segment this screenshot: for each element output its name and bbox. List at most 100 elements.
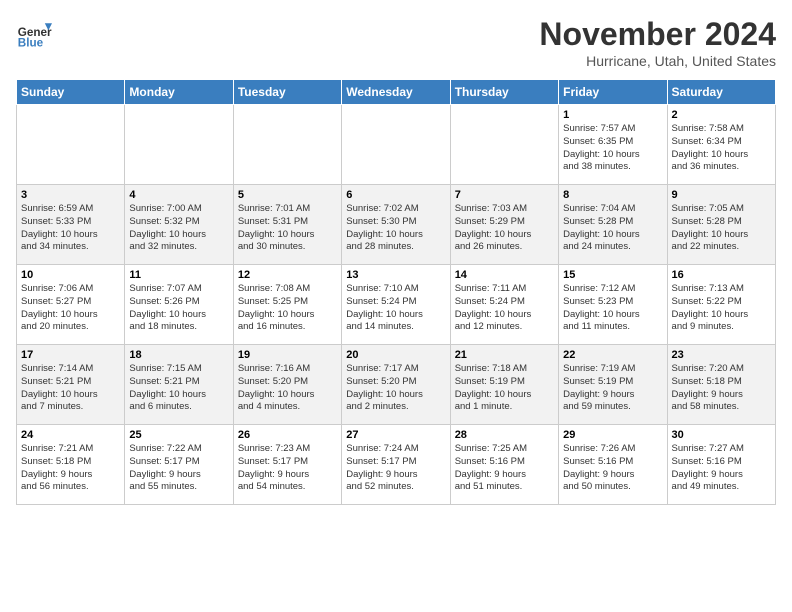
day-info: Sunrise: 7:24 AM Sunset: 5:17 PM Dayligh…	[346, 443, 445, 494]
calendar-cell: 14Sunrise: 7:11 AM Sunset: 5:24 PM Dayli…	[450, 265, 558, 345]
weekday-header-friday: Friday	[559, 80, 667, 105]
weekday-header-wednesday: Wednesday	[342, 80, 450, 105]
day-info: Sunrise: 7:19 AM Sunset: 5:19 PM Dayligh…	[563, 363, 662, 414]
calendar-cell: 8 Sunrise: 7:04 AM Sunset: 5:28 PM Daylig…	[559, 185, 667, 265]
day-info: Sunrise: 7:23 AM Sunset: 5:17 PM Dayligh…	[238, 443, 337, 494]
day-number: 26	[238, 429, 337, 441]
calendar-cell: 4Sunrise: 7:00 AM Sunset: 5:32 PM Daylig…	[125, 185, 233, 265]
day-info: Sunrise: 7:08 AM Sunset: 5:25 PM Dayligh…	[238, 283, 337, 334]
calendar-week-row: 24 Sunrise: 7:21 AM Sunset: 5:18 PM Dayli…	[17, 425, 776, 505]
calendar-cell: 30 Sunrise: 7:27 AM Sunset: 5:16 PM Dayli…	[667, 425, 775, 505]
day-info: Sunrise: 7:57 AM Sunset: 6:35 PM Dayligh…	[563, 123, 662, 174]
day-info: Sunrise: 7:06 AM Sunset: 5:27 PM Dayligh…	[21, 283, 120, 334]
day-number: 3	[21, 189, 120, 201]
day-info: Sunrise: 7:07 AM Sunset: 5:26 PM Dayligh…	[129, 283, 228, 334]
calendar-week-row: 10Sunrise: 7:06 AM Sunset: 5:27 PM Dayli…	[17, 265, 776, 345]
day-info: Sunrise: 6:59 AM Sunset: 5:33 PM Dayligh…	[21, 203, 120, 254]
day-info: Sunrise: 7:10 AM Sunset: 5:24 PM Dayligh…	[346, 283, 445, 334]
calendar-cell: 26 Sunrise: 7:23 AM Sunset: 5:17 PM Dayli…	[233, 425, 341, 505]
weekday-header-monday: Monday	[125, 80, 233, 105]
calendar-cell: 9 Sunrise: 7:05 AM Sunset: 5:28 PM Daylig…	[667, 185, 775, 265]
day-number: 9	[672, 189, 771, 201]
day-info: Sunrise: 7:25 AM Sunset: 5:16 PM Dayligh…	[455, 443, 554, 494]
day-info: Sunrise: 7:02 AM Sunset: 5:30 PM Dayligh…	[346, 203, 445, 254]
month-title: November 2024	[539, 16, 776, 53]
day-info: Sunrise: 7:20 AM Sunset: 5:18 PM Dayligh…	[672, 363, 771, 414]
day-number: 18	[129, 349, 228, 361]
calendar-cell: 27 Sunrise: 7:24 AM Sunset: 5:17 PM Dayli…	[342, 425, 450, 505]
calendar-cell: 19Sunrise: 7:16 AM Sunset: 5:20 PM Dayli…	[233, 345, 341, 425]
calendar-week-row: 17 Sunrise: 7:14 AM Sunset: 5:21 PM Dayli…	[17, 345, 776, 425]
day-info: Sunrise: 7:01 AM Sunset: 5:31 PM Dayligh…	[238, 203, 337, 254]
day-number: 6	[346, 189, 445, 201]
weekday-header-thursday: Thursday	[450, 80, 558, 105]
calendar-cell: 15 Sunrise: 7:12 AM Sunset: 5:23 PM Dayli…	[559, 265, 667, 345]
day-info: Sunrise: 7:27 AM Sunset: 5:16 PM Dayligh…	[672, 443, 771, 494]
calendar-cell: 17 Sunrise: 7:14 AM Sunset: 5:21 PM Dayli…	[17, 345, 125, 425]
page-header: General Blue November 2024 Hurricane, Ut…	[16, 16, 776, 69]
calendar-cell: 16Sunrise: 7:13 AM Sunset: 5:22 PM Dayli…	[667, 265, 775, 345]
day-info: Sunrise: 7:11 AM Sunset: 5:24 PM Dayligh…	[455, 283, 554, 334]
day-number: 12	[238, 269, 337, 281]
day-info: Sunrise: 7:22 AM Sunset: 5:17 PM Dayligh…	[129, 443, 228, 494]
calendar-cell: 3 Sunrise: 6:59 AM Sunset: 5:33 PM Daylig…	[17, 185, 125, 265]
calendar-cell: 28 Sunrise: 7:25 AM Sunset: 5:16 PM Dayli…	[450, 425, 558, 505]
day-number: 4	[129, 189, 228, 201]
day-info: Sunrise: 7:12 AM Sunset: 5:23 PM Dayligh…	[563, 283, 662, 334]
day-number: 30	[672, 429, 771, 441]
day-number: 2	[672, 109, 771, 121]
calendar-cell: 10Sunrise: 7:06 AM Sunset: 5:27 PM Dayli…	[17, 265, 125, 345]
day-info: Sunrise: 7:15 AM Sunset: 5:21 PM Dayligh…	[129, 363, 228, 414]
calendar-table: SundayMondayTuesdayWednesdayThursdayFrid…	[16, 79, 776, 505]
calendar-cell: 22 Sunrise: 7:19 AM Sunset: 5:19 PM Dayli…	[559, 345, 667, 425]
weekday-header-tuesday: Tuesday	[233, 80, 341, 105]
day-info: Sunrise: 7:21 AM Sunset: 5:18 PM Dayligh…	[21, 443, 120, 494]
calendar-cell: 25 Sunrise: 7:22 AM Sunset: 5:17 PM Dayli…	[125, 425, 233, 505]
calendar-cell: 18 Sunrise: 7:15 AM Sunset: 5:21 PM Dayli…	[125, 345, 233, 425]
calendar-cell: 11 Sunrise: 7:07 AM Sunset: 5:26 PM Dayli…	[125, 265, 233, 345]
day-number: 24	[21, 429, 120, 441]
day-info: Sunrise: 7:04 AM Sunset: 5:28 PM Dayligh…	[563, 203, 662, 254]
day-number: 1	[563, 109, 662, 121]
day-number: 11	[129, 269, 228, 281]
day-number: 5	[238, 189, 337, 201]
calendar-cell: 23 Sunrise: 7:20 AM Sunset: 5:18 PM Dayli…	[667, 345, 775, 425]
calendar-cell	[17, 105, 125, 185]
day-number: 28	[455, 429, 554, 441]
calendar-week-row: 1 Sunrise: 7:57 AM Sunset: 6:35 PM Daylig…	[17, 105, 776, 185]
day-number: 25	[129, 429, 228, 441]
logo: General Blue	[16, 16, 52, 52]
day-number: 8	[563, 189, 662, 201]
day-number: 27	[346, 429, 445, 441]
day-number: 15	[563, 269, 662, 281]
day-info: Sunrise: 7:18 AM Sunset: 5:19 PM Dayligh…	[455, 363, 554, 414]
calendar-cell: 24 Sunrise: 7:21 AM Sunset: 5:18 PM Dayli…	[17, 425, 125, 505]
day-info: Sunrise: 7:14 AM Sunset: 5:21 PM Dayligh…	[21, 363, 120, 414]
location-title: Hurricane, Utah, United States	[539, 53, 776, 69]
day-number: 23	[672, 349, 771, 361]
title-block: November 2024 Hurricane, Utah, United St…	[539, 16, 776, 69]
calendar-cell	[450, 105, 558, 185]
calendar-cell: 5 Sunrise: 7:01 AM Sunset: 5:31 PM Daylig…	[233, 185, 341, 265]
weekday-header-sunday: Sunday	[17, 80, 125, 105]
day-number: 22	[563, 349, 662, 361]
calendar-week-row: 3 Sunrise: 6:59 AM Sunset: 5:33 PM Daylig…	[17, 185, 776, 265]
day-info: Sunrise: 7:03 AM Sunset: 5:29 PM Dayligh…	[455, 203, 554, 254]
day-info: Sunrise: 7:13 AM Sunset: 5:22 PM Dayligh…	[672, 283, 771, 334]
day-info: Sunrise: 7:05 AM Sunset: 5:28 PM Dayligh…	[672, 203, 771, 254]
calendar-cell: 6 Sunrise: 7:02 AM Sunset: 5:30 PM Daylig…	[342, 185, 450, 265]
day-info: Sunrise: 7:26 AM Sunset: 5:16 PM Dayligh…	[563, 443, 662, 494]
day-number: 7	[455, 189, 554, 201]
calendar-cell: 7 Sunrise: 7:03 AM Sunset: 5:29 PM Daylig…	[450, 185, 558, 265]
weekday-header-saturday: Saturday	[667, 80, 775, 105]
svg-text:Blue: Blue	[18, 37, 44, 50]
calendar-cell	[125, 105, 233, 185]
calendar-cell: 21Sunrise: 7:18 AM Sunset: 5:19 PM Dayli…	[450, 345, 558, 425]
calendar-cell: 12 Sunrise: 7:08 AM Sunset: 5:25 PM Dayli…	[233, 265, 341, 345]
calendar-cell: 20Sunrise: 7:17 AM Sunset: 5:20 PM Dayli…	[342, 345, 450, 425]
calendar-cell	[233, 105, 341, 185]
day-number: 17	[21, 349, 120, 361]
day-number: 20	[346, 349, 445, 361]
day-number: 29	[563, 429, 662, 441]
calendar-cell	[342, 105, 450, 185]
